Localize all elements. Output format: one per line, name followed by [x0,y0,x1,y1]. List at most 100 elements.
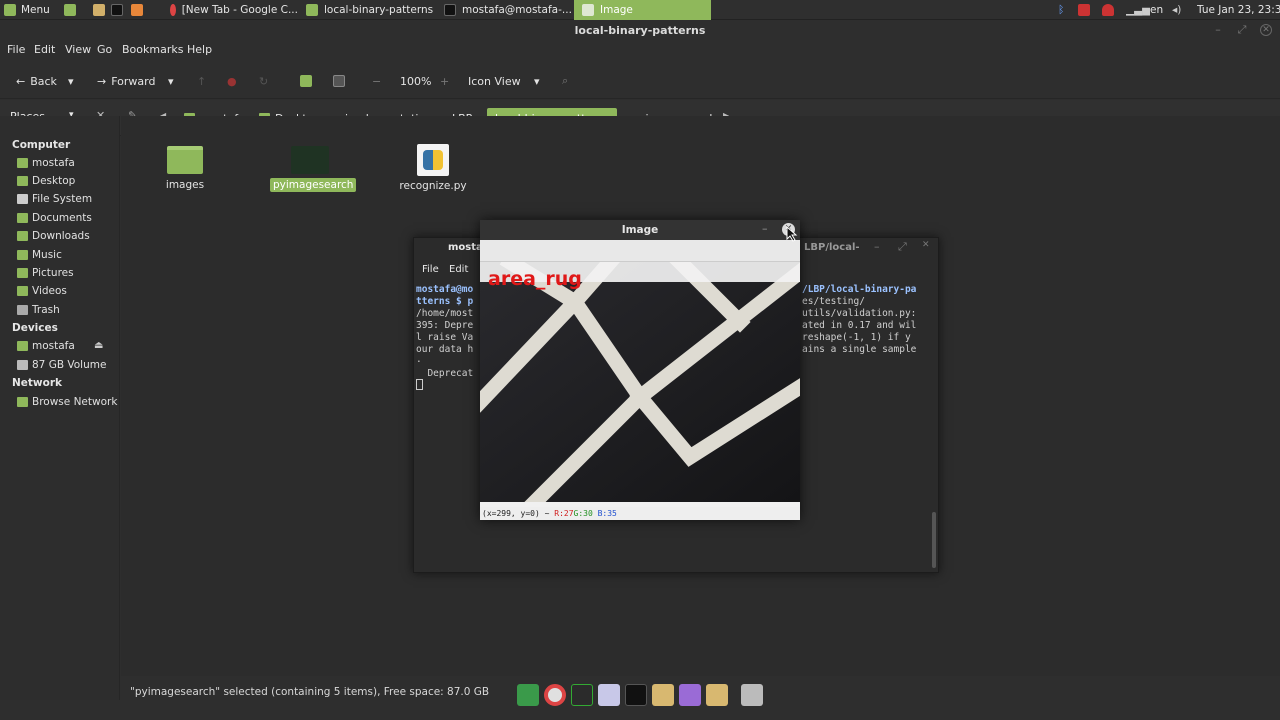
shield-icon[interactable] [1102,0,1114,20]
trash-icon [17,305,28,315]
terminal-close-icon[interactable]: ✕ [922,240,930,250]
menu-go[interactable]: Go [97,43,112,56]
terminal-line: ated in 0.17 and wil [802,320,917,331]
terminal-line: Deprecat [416,368,474,379]
file-item-recognize-py[interactable]: recognize.py [393,144,473,193]
sidebar-item-file-system[interactable]: File System [17,191,92,207]
file-item-images[interactable]: images [145,146,225,192]
terminal-line: /LBP/local-binary-pa [802,284,917,295]
recorder-icon[interactable] [1078,0,1090,20]
sidebar-item-downloads[interactable]: Downloads [17,228,90,244]
files-launcher[interactable] [93,0,105,20]
menu-view[interactable]: View [65,43,91,56]
terminal-menu-file[interactable]: File [422,264,439,275]
clock[interactable]: Tue Jan 23, 23:39 [1197,0,1280,20]
sidebar-item-videos[interactable]: Videos [17,283,67,299]
task-terminal[interactable]: mostafa@mostafa-... [436,0,574,20]
dock-video-icon[interactable] [679,684,701,706]
terminal-minimize-icon[interactable]: – [874,240,880,253]
forward-history-dropdown[interactable]: ▾ [168,72,174,90]
terminal-line: utils/validation.py: [802,308,917,319]
view-mode-select[interactable]: Icon View [468,72,521,90]
bluetooth-icon[interactable]: ᛒ [1058,0,1064,20]
reload-button[interactable]: ↻ [259,72,268,90]
music-folder-icon [17,250,28,260]
zoom-in-button[interactable]: + [440,72,449,90]
sidebar-item-pictures[interactable]: Pictures [17,265,74,281]
sublime-launcher[interactable] [131,0,143,20]
view-mode-label: Icon View [468,74,521,88]
stop-button[interactable]: ● [227,72,237,90]
terminal-icon [111,4,123,16]
chevron-down-icon: ▾ [534,74,540,88]
dock-files-icon[interactable] [652,684,674,706]
sidebar-item-87gb-volume[interactable]: 87 GB Volume [17,357,106,373]
dock-chrome-icon[interactable] [544,684,566,706]
maximize-icon[interactable]: ⤢ [1236,24,1248,36]
zoom-out-icon: − [372,74,382,88]
sidebar-item-mostafa[interactable]: mostafa [17,155,75,171]
python-logo-yellow [433,150,443,170]
show-desktop-launcher[interactable] [64,0,76,20]
image-minimize-icon[interactable]: – [762,222,768,235]
image-canvas[interactable]: area_rug [480,262,800,502]
terminal-maximize-icon[interactable]: ⤢ [898,240,907,254]
dock-trash-icon[interactable] [741,684,763,706]
keyboard-layout[interactable]: en [1150,0,1163,20]
task-nemo[interactable]: local-binary-patterns [298,0,436,20]
arrow-right-icon: → [97,74,107,88]
file-item-pyimagesearch[interactable]: pyimagesearch [270,146,357,192]
terminal-line: ains a single sample [802,344,917,355]
sidebar-item-trash[interactable]: Trash [17,302,60,318]
task-label: [New Tab - Google C... [181,4,298,16]
terminal-icon [444,4,456,16]
back-button[interactable]: ← Back [16,72,57,90]
pixel-coords: (x=299, y=0) ~ [482,509,555,518]
terminal-menu-edit[interactable]: Edit [449,264,468,275]
task-label: Image [600,4,633,16]
pixel-g: G:30 [573,509,593,518]
minimize-icon[interactable]: – [1212,24,1224,36]
image-window[interactable]: Image – ✕ area_rug (x=299, y [480,220,800,520]
arrow-left-icon: ← [16,74,26,88]
menu-file[interactable]: File [7,43,25,56]
dock-anchor-icon[interactable] [517,684,539,706]
sidebar-item-label: Pictures [32,267,74,279]
dock-folder-icon[interactable] [706,684,728,706]
up-button[interactable]: ↑ [197,72,206,90]
home-button[interactable] [300,72,312,90]
dock-terminal-icon[interactable] [625,684,647,706]
search-button[interactable]: ⌕ [562,72,568,90]
sidebar-item-browse-network[interactable]: Browse Network [17,394,117,410]
close-icon[interactable]: ✕ [1260,24,1272,36]
zoom-level[interactable]: 100% [400,72,431,90]
sidebar-item-desktop[interactable]: Desktop [17,173,75,189]
sidebar-item-device-mostafa[interactable]: mostafa [17,338,75,354]
task-image[interactable]: Image [574,0,711,20]
forward-button[interactable]: → Forward [97,72,155,90]
sidebar-item-documents[interactable]: Documents [17,210,92,226]
view-mode-dropdown[interactable]: ▾ [534,72,540,90]
network-icon[interactable]: ▁▃▅ [1126,0,1150,20]
terminal-title-right: LBP/local- [804,242,860,253]
back-history-dropdown[interactable]: ▾ [68,72,74,90]
zoom-out-button[interactable]: − [372,72,381,90]
sidebar-item-label: Documents [32,212,92,224]
menu-bookmarks[interactable]: Bookmarks [122,43,183,56]
menu-help[interactable]: Help [187,43,212,56]
sidebar-item-music[interactable]: Music [17,247,62,263]
eject-icon[interactable]: ⏏ [94,340,103,351]
computer-button[interactable] [333,72,345,90]
menu-edit[interactable]: Edit [34,43,55,56]
volume-icon[interactable]: ◂) [1172,0,1181,20]
dock-system-monitor-icon[interactable] [571,684,593,706]
task-chrome[interactable]: [New Tab - Google C... [162,0,298,20]
dock-text-editor-icon[interactable] [598,684,620,706]
terminal-launcher[interactable] [111,0,123,20]
sidebar-item-label: Browse Network [32,396,118,408]
folder-icon [93,4,105,16]
file-name: images [165,179,205,191]
sidebar-heading-devices: Devices [12,322,58,334]
menu-button[interactable]: Menu [4,0,50,20]
terminal-scrollbar[interactable] [932,512,936,568]
